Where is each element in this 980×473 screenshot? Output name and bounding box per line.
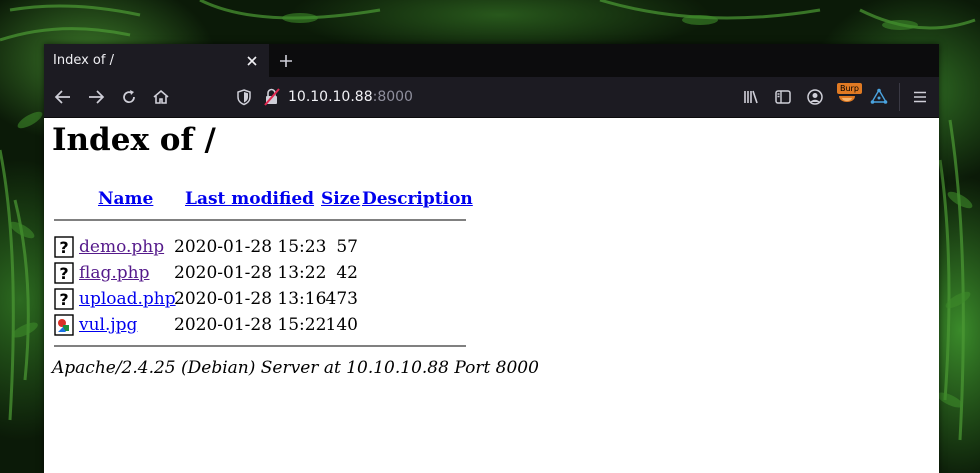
reload-icon[interactable] — [119, 87, 139, 107]
svg-text:?: ? — [59, 264, 68, 283]
tab-active[interactable]: Index of / — [44, 44, 269, 77]
column-header-last-modified[interactable]: Last modified — [185, 189, 314, 209]
tab-bar: Index of / — [44, 44, 939, 77]
file-row: ? flag.php 2020-01-28 13:22 42 — [54, 261, 474, 285]
file-size: 473 — [325, 289, 358, 309]
unknown-file-icon: ? — [54, 262, 74, 284]
column-header-description[interactable]: Description — [362, 189, 473, 209]
home-icon[interactable] — [151, 87, 171, 107]
toolbar-separator — [899, 83, 900, 111]
svg-text:?: ? — [59, 290, 68, 309]
hamburger-menu-icon[interactable] — [910, 87, 930, 107]
file-modified: 2020-01-28 13:16 — [174, 289, 327, 309]
page-title: Index of / — [52, 122, 216, 158]
file-row: vul.jpg 2020-01-28 15:22 140 — [54, 313, 474, 337]
file-modified: 2020-01-28 15:23 — [174, 237, 327, 257]
browser-window: Index of / 10.10.10.88:8000 Burp Index o… — [44, 44, 939, 473]
file-modified: 2020-01-28 13:22 — [174, 263, 327, 283]
footer-divider — [54, 345, 466, 347]
address-bar[interactable]: 10.10.10.88:8000 — [230, 81, 720, 113]
burp-extension-label: Burp — [837, 83, 862, 94]
server-signature: Apache/2.4.25 (Debian) Server at 10.10.1… — [52, 358, 539, 378]
image-file-icon — [54, 314, 74, 336]
insecure-lock-icon[interactable] — [262, 87, 282, 107]
file-size: 42 — [336, 263, 358, 283]
back-arrow-icon[interactable] — [53, 87, 73, 107]
sidebar-icon[interactable] — [773, 87, 793, 107]
page-content: Index of / Name Last modified Size Descr… — [44, 118, 939, 473]
file-link-vul-jpg[interactable]: vul.jpg — [79, 315, 137, 335]
unknown-file-icon: ? — [54, 236, 74, 258]
file-modified: 2020-01-28 15:22 — [174, 315, 327, 335]
header-divider — [54, 219, 466, 221]
unknown-file-icon: ? — [54, 288, 74, 310]
url-host: 10.10.10.88 — [288, 89, 373, 105]
url-text: 10.10.10.88:8000 — [288, 89, 413, 105]
file-row: ? upload.php 2020-01-28 13:16 473 — [54, 287, 474, 311]
tracking-shield-icon[interactable] — [234, 87, 254, 107]
new-tab-icon[interactable] — [276, 51, 296, 71]
tab-title: Index of / — [53, 53, 114, 68]
file-link-upload-php[interactable]: upload.php — [79, 289, 176, 309]
file-link-demo-php[interactable]: demo.php — [79, 237, 164, 257]
url-port: :8000 — [372, 89, 413, 105]
navigation-toolbar: 10.10.10.88:8000 Burp — [44, 77, 939, 118]
column-header-size[interactable]: Size — [321, 189, 360, 209]
file-size: 140 — [325, 315, 358, 335]
file-row: ? demo.php 2020-01-28 15:23 57 — [54, 235, 474, 259]
forward-arrow-icon[interactable] — [86, 87, 106, 107]
file-size: 57 — [336, 237, 358, 257]
column-header-name[interactable]: Name — [98, 189, 153, 209]
library-icon[interactable] — [741, 87, 761, 107]
account-icon[interactable] — [805, 87, 825, 107]
file-link-flag-php[interactable]: flag.php — [79, 263, 149, 283]
svg-text:?: ? — [59, 238, 68, 257]
close-tab-icon[interactable] — [244, 53, 260, 69]
network-extension-icon[interactable] — [869, 87, 889, 107]
